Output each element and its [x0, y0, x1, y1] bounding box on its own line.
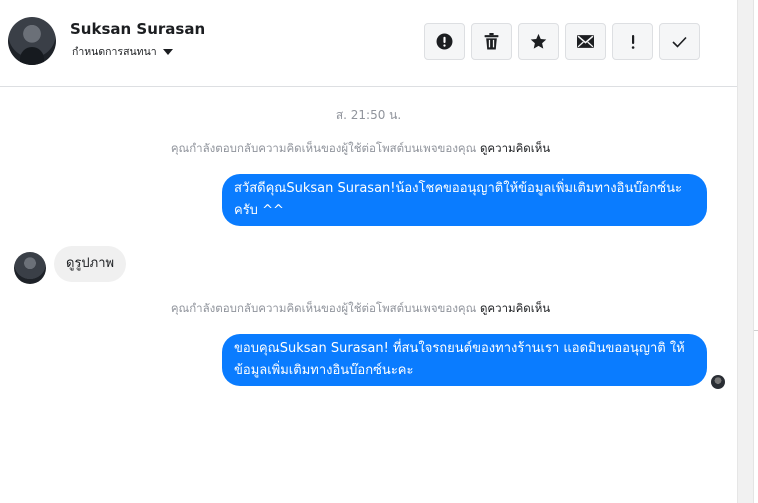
- notice-text: คุณกำลังตอบกลับความคิดเห็นของผู้ใช้ต่อโพ…: [170, 141, 477, 155]
- outgoing-message[interactable]: ขอบคุณSuksan Surasan! ที่สนใจรถยนต์ของทา…: [222, 334, 707, 386]
- star-icon: [530, 33, 547, 49]
- trash-icon: [484, 33, 499, 50]
- mark-done-button[interactable]: [659, 23, 700, 60]
- avatar[interactable]: [8, 17, 56, 65]
- exclamation-icon: [631, 34, 634, 49]
- divider: [754, 330, 758, 331]
- sender-avatar[interactable]: [14, 252, 46, 284]
- check-icon: [672, 36, 687, 48]
- outgoing-message[interactable]: สวัสดีคุณSuksan Surasan!น้องโชคขออนุญาติ…: [222, 174, 707, 226]
- conversation-toolbar: [424, 23, 700, 60]
- incoming-message[interactable]: ดูรูปภาพ: [54, 246, 127, 282]
- delete-button[interactable]: [471, 23, 512, 60]
- report-button[interactable]: [424, 23, 465, 60]
- notice-text: คุณกำลังตอบกลับความคิดเห็นของผู้ใช้ต่อโพ…: [170, 301, 477, 315]
- scrollbar[interactable]: [737, 0, 754, 503]
- seen-receipt-avatar: [711, 375, 725, 389]
- alert-icon: [436, 33, 453, 50]
- contact-name[interactable]: Suksan Surasan: [70, 20, 205, 38]
- reply-context-notice: คุณกำลังตอบกลับความคิดเห็นของผู้ใช้ต่อโพ…: [0, 140, 721, 158]
- message-timestamp: ส. 21:50 น.: [335, 108, 402, 122]
- conversation-settings-label: กำหนดการสนทนา: [72, 46, 157, 58]
- conversation-settings-dropdown[interactable]: กำหนดการสนทนา: [72, 43, 173, 60]
- conversation-header: Suksan Surasan กำหนดการสนทนา: [0, 0, 737, 87]
- mail-icon: [577, 35, 594, 48]
- view-comment-link[interactable]: ดูความคิดเห็น: [480, 141, 550, 155]
- star-button[interactable]: [518, 23, 559, 60]
- view-comment-link[interactable]: ดูความคิดเห็น: [480, 301, 550, 315]
- side-panel-edge: [753, 0, 758, 503]
- conversation-panel: Suksan Surasan กำหนดการสนทนา ส. 21:50 น.…: [0, 0, 737, 503]
- mark-unread-button[interactable]: [565, 23, 606, 60]
- mark-spam-button[interactable]: [612, 23, 653, 60]
- caret-down-icon: [162, 49, 173, 55]
- reply-context-notice: คุณกำลังตอบกลับความคิดเห็นของผู้ใช้ต่อโพ…: [0, 300, 721, 318]
